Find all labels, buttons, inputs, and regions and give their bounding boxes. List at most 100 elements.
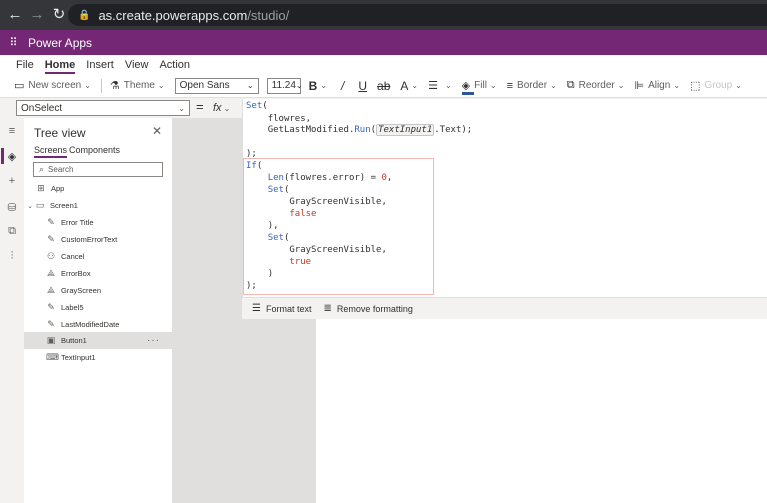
- remove-formatting-label: Remove formatting: [336, 303, 413, 314]
- new-screen-button[interactable]: ▭ New screen ⌄: [14, 79, 91, 92]
- group-button[interactable]: ⬚ Group ⌄: [690, 79, 742, 92]
- strikethrough-button[interactable]: ab: [377, 79, 390, 93]
- tree-item-label: Error Title: [61, 218, 94, 227]
- remove-formatting-icon: ≣: [323, 303, 332, 314]
- chevron-down-icon: ⌄: [320, 81, 327, 90]
- tree-view-title: Tree view: [34, 126, 86, 140]
- tab-insert[interactable]: Insert: [86, 59, 114, 74]
- chevron-down-icon: ⌄: [617, 81, 625, 90]
- theme-icon: ⚗: [109, 80, 120, 92]
- tree-item-label: Screen1: [50, 201, 78, 210]
- tab-file[interactable]: File: [16, 59, 34, 74]
- icon-control-icon: ⚇: [46, 251, 56, 261]
- equals-sign: =: [196, 99, 204, 114]
- label-icon: ✎: [47, 217, 55, 227]
- if-block-highlight: [243, 158, 434, 295]
- code-line: GetLastModified.Run(TextInput1 .Text);: [267, 124, 473, 136]
- hamburger-icon[interactable]: ≡: [0, 125, 24, 137]
- bold-button[interactable]: B ⌄: [309, 79, 327, 93]
- tree-item-screen1[interactable]: ⌄ ▭ Screen1: [24, 197, 172, 214]
- left-rail: ≡ ◈ + ⛁ ⧉ ⫶: [0, 118, 24, 503]
- label-icon: ✎: [47, 319, 55, 329]
- new-screen-icon: ▭: [14, 80, 25, 92]
- format-text-button[interactable]: ☰ Format text: [252, 303, 311, 314]
- new-screen-label: New screen: [28, 80, 82, 91]
- text-input-icon: ⌨: [46, 352, 59, 362]
- reload-icon[interactable]: ↻: [48, 0, 70, 30]
- font-size-select[interactable]: 11.24 ⌄: [266, 77, 303, 94]
- reorder-label: Reorder: [578, 80, 615, 91]
- address-bar[interactable]: 🔒 as.create.powerapps.com/studio/: [68, 4, 767, 26]
- remove-formatting-button[interactable]: ≣ Remove formatting: [323, 303, 412, 314]
- tree-item-last-modified-date[interactable]: ✎ LastModifiedDate: [24, 316, 172, 333]
- insert-plus-icon[interactable]: +: [0, 175, 24, 187]
- tree-item-label: LastModifiedDate: [61, 320, 120, 329]
- group-icon: ⬚: [690, 80, 701, 92]
- close-icon[interactable]: ✕: [152, 124, 162, 138]
- chevron-down-icon: ⌄: [735, 81, 742, 90]
- tree-search-input[interactable]: ⌕ Search: [33, 162, 163, 177]
- variables-icon[interactable]: ⫶: [0, 250, 24, 263]
- tree-item-label: CustomErrorText: [61, 235, 118, 244]
- back-icon[interactable]: ←: [4, 0, 26, 30]
- align-button[interactable]: ⊫ Align ⌄: [634, 79, 680, 92]
- align-icon: ⊫: [634, 80, 645, 92]
- tree-item-app[interactable]: ⊞ App: [24, 180, 172, 197]
- menu-tabs: File Home Insert View Action: [0, 55, 767, 74]
- chevron-down-icon: ⌄: [178, 103, 185, 113]
- tree-item-cancel[interactable]: ⚇ Cancel: [24, 248, 172, 265]
- app-launcher-icon[interactable]: ⠿: [0, 36, 28, 49]
- format-text-icon: ☰: [252, 303, 261, 314]
- media-icon[interactable]: ⧉: [0, 225, 24, 238]
- border-button[interactable]: ≡ Border ⌄: [507, 80, 557, 92]
- tree-item-label: TextInput1: [61, 353, 96, 362]
- format-text-label: Format text: [265, 303, 312, 314]
- forward-icon[interactable]: →: [26, 0, 48, 30]
- tree-item-label: Label5: [61, 303, 84, 312]
- data-icon[interactable]: ⛁: [0, 201, 24, 214]
- app-icon: ⊞: [37, 183, 45, 193]
- theme-button[interactable]: ⚗ Theme ⌄: [110, 79, 165, 92]
- fx-button[interactable]: fx ⌄: [213, 100, 241, 116]
- tree-item-text-input1[interactable]: ⌨ TextInput1: [24, 349, 172, 366]
- screen-icon: ▭: [35, 200, 45, 210]
- tree-item-error-title[interactable]: ✎ Error Title: [24, 214, 172, 231]
- search-icon: ⌕: [39, 164, 45, 174]
- tree-item-gray-screen[interactable]: ⟁ GrayScreen: [24, 282, 172, 299]
- chevron-down-icon: ⌄: [223, 103, 231, 113]
- app-header: ⠿ Power Apps: [0, 30, 767, 55]
- border-label: Border: [517, 80, 548, 91]
- formula-format-strip: ☰ Format text ≣ Remove formatting: [242, 297, 767, 319]
- tree-item-custom-error-text[interactable]: ✎ CustomErrorText: [24, 231, 172, 248]
- app-name: Power Apps: [28, 35, 93, 50]
- font-color-button[interactable]: A ⌄: [400, 79, 418, 93]
- underline-button[interactable]: U: [358, 79, 367, 93]
- property-select[interactable]: OnSelect ⌄: [16, 100, 190, 116]
- reorder-button[interactable]: ⧉ Reorder ⌄: [567, 79, 625, 92]
- tree-item-label: Cancel: [61, 252, 85, 261]
- tab-view[interactable]: View: [125, 59, 149, 74]
- chevron-down-icon: ⌄: [550, 81, 557, 90]
- chevron-down-icon: ⌄: [673, 81, 681, 90]
- italic-button[interactable]: /: [341, 79, 344, 93]
- more-options-icon[interactable]: ···: [147, 335, 160, 346]
- property-value: OnSelect: [21, 102, 63, 114]
- layers-icon[interactable]: ◈: [0, 150, 24, 163]
- tab-action[interactable]: Action: [159, 59, 190, 74]
- tab-home[interactable]: Home: [44, 59, 76, 74]
- tree-view-panel: Tree view ✕ Screens Components ⌕ Search …: [24, 118, 172, 503]
- tree-item-error-box[interactable]: ⟁ ErrorBox: [24, 265, 172, 282]
- chevron-down-icon: ⌄: [411, 81, 419, 90]
- text-align-button[interactable]: ☰ ⌄: [428, 79, 452, 92]
- label-icon: ✎: [47, 234, 55, 244]
- tree-item-label5[interactable]: ✎ Label5: [24, 299, 172, 316]
- tab-components[interactable]: Components: [69, 145, 120, 155]
- tab-screens[interactable]: Screens: [34, 145, 68, 158]
- reorder-icon: ⧉: [566, 79, 575, 91]
- font-value: Open Sans: [179, 80, 230, 91]
- shape-icon: ⟁: [46, 285, 56, 295]
- tree-item-button1[interactable]: ▣ Button1 ···: [24, 332, 172, 349]
- fill-button[interactable]: ◈ Fill ⌄: [461, 79, 497, 95]
- font-select[interactable]: Open Sans ⌄: [174, 77, 259, 94]
- chevron-down-icon[interactable]: ⌄: [25, 202, 35, 210]
